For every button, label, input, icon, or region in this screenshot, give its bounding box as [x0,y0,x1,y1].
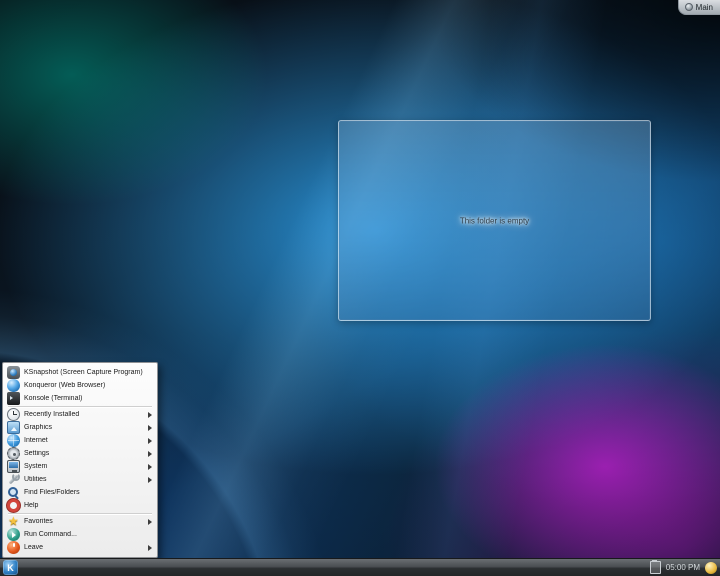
menu-item-ksnapshot[interactable]: KSnapshot (Screen Capture Program) [3,366,157,379]
menu-item-konqueror[interactable]: Konqueror (Web Browser) [3,379,157,392]
menu-item-internet[interactable]: Internet [3,434,157,447]
power-icon [7,541,20,554]
menu-item-label: Graphics [24,424,142,431]
menu-item-label: Internet [24,437,142,444]
desktop: Main This folder is empty KSnapshot (Scr… [0,0,720,576]
globe-icon [7,434,20,447]
menu-item-utilities[interactable]: Utilities [3,473,157,486]
menu-item-system[interactable]: System [3,460,157,473]
application-launcher-menu: KSnapshot (Screen Capture Program) Konqu… [2,362,158,558]
web-browser-icon [7,379,20,392]
digital-clock[interactable]: 05:00 PM [666,563,700,572]
menu-item-favorites[interactable]: Favorites [3,515,157,528]
folder-view-widget[interactable]: This folder is empty [338,120,651,321]
menu-item-label: System [24,463,142,470]
terminal-icon [7,392,20,405]
taskbar-panel: 05:00 PM [0,558,720,576]
menu-item-graphics[interactable]: Graphics [3,421,157,434]
submenu-arrow-icon [148,451,152,457]
graphics-icon [7,421,20,434]
menu-item-settings[interactable]: Settings [3,447,157,460]
activity-tab[interactable]: Main [678,0,720,15]
menu-item-label: Favorites [24,518,142,525]
star-icon [7,515,20,528]
submenu-arrow-icon [148,477,152,483]
kde-launcher-button[interactable] [3,560,18,575]
computer-icon [7,460,20,473]
magnifier-icon [7,486,20,499]
folder-empty-label: This folder is empty [460,216,529,225]
run-icon [7,528,20,541]
submenu-arrow-icon [148,519,152,525]
menu-item-recently-installed[interactable]: Recently Installed [3,408,157,421]
menu-item-find-files[interactable]: Find Files/Folders [3,486,157,499]
submenu-arrow-icon [148,425,152,431]
wrench-icon [7,473,20,486]
activity-label: Main [696,3,713,12]
menu-item-leave[interactable]: Leave [3,541,157,554]
submenu-arrow-icon [148,464,152,470]
camera-icon [7,366,20,379]
clock-icon [7,408,20,421]
menu-item-label: Find Files/Folders [24,489,152,496]
menu-item-label: Konqueror (Web Browser) [24,382,152,389]
panel-toolbox-icon[interactable] [705,562,717,574]
menu-item-label: Run Command... [24,531,152,538]
menu-item-konsole[interactable]: Konsole (Terminal) [3,392,157,405]
submenu-arrow-icon [148,438,152,444]
menu-item-label: Recently Installed [24,411,142,418]
menu-item-label: Settings [24,450,142,457]
clipboard-tray-icon[interactable] [650,561,661,574]
menu-item-label: KSnapshot (Screen Capture Program) [24,369,152,376]
activity-icon [685,3,693,11]
lifebuoy-icon [7,499,20,512]
menu-item-run-command[interactable]: Run Command... [3,528,157,541]
submenu-arrow-icon [148,545,152,551]
menu-item-label: Help [24,502,152,509]
menu-separator [8,513,152,514]
gear-icon [7,447,20,460]
menu-item-label: Konsole (Terminal) [24,395,152,402]
menu-item-help[interactable]: Help [3,499,157,512]
menu-item-label: Leave [24,544,142,551]
submenu-arrow-icon [148,412,152,418]
menu-separator [8,406,152,407]
menu-item-label: Utilities [24,476,142,483]
